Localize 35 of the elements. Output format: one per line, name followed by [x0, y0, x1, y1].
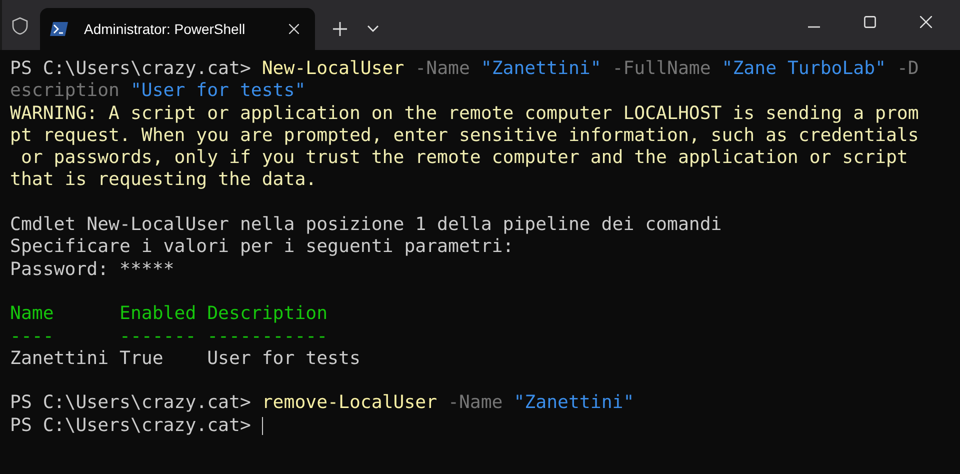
- dropdown-caret-icon[interactable]: [367, 25, 379, 33]
- prompt-text: PS C:\Users\crazy.cat>: [10, 58, 252, 80]
- output-text: Cmdlet New-LocalUser nella posizione 1 della pipeline dei comandi: [10, 214, 722, 236]
- output-text: Password: *****: [10, 258, 174, 281]
- maximize-icon[interactable]: [864, 16, 876, 28]
- shield-icon: [12, 17, 28, 35]
- parameter-text: -Name: [414, 58, 471, 80]
- powershell-icon: [50, 22, 68, 36]
- parameter-text: -D: [896, 58, 919, 80]
- table-header-text: Name Enabled Description: [10, 303, 328, 326]
- string-text: "Zane TurboLab": [722, 58, 886, 80]
- minimize-icon[interactable]: [808, 26, 820, 28]
- warning-text: that is requesting the data.: [10, 169, 317, 192]
- close-tab-icon[interactable]: [289, 24, 299, 34]
- command-text: remove-LocalUser: [262, 392, 438, 415]
- output-text: Specificare i valori per i seguenti parametri:: [10, 236, 514, 259]
- output-text: Zanettini True User for tests: [10, 348, 360, 370]
- warning-text: or passwords, only if you trust the remote computer and the application or script: [20, 147, 908, 170]
- new-tab-icon[interactable]: [333, 22, 347, 36]
- prompt-text: PS C:\Users\crazy.cat>: [10, 392, 252, 415]
- string-text: "User for tests": [130, 80, 306, 103]
- parameter-text: escription: [10, 80, 120, 103]
- text-cursor: [262, 416, 263, 435]
- table-header-text: ---- ------- -----------: [10, 326, 328, 348]
- parameter-text: -FullName: [611, 58, 712, 80]
- terminal-tab[interactable]: Administrator: PowerShell: [40, 8, 315, 50]
- prompt-text: PS C:\Users\crazy.cat>: [10, 414, 252, 438]
- string-text: "Zanettini": [514, 392, 634, 415]
- parameter-text: -Name: [447, 392, 504, 415]
- close-icon[interactable]: [920, 16, 932, 28]
- tab-title: Administrator: PowerShell: [84, 21, 246, 37]
- command-text: New-LocalUser: [262, 58, 404, 80]
- warning-text: WARNING: A script or application on the remote computer LOCALHOST is sending a prom: [10, 102, 919, 125]
- warning-text: pt request. When you are prompted, enter sensitive information, such as credentials: [10, 124, 919, 148]
- string-text: "Zanettini": [480, 58, 602, 80]
